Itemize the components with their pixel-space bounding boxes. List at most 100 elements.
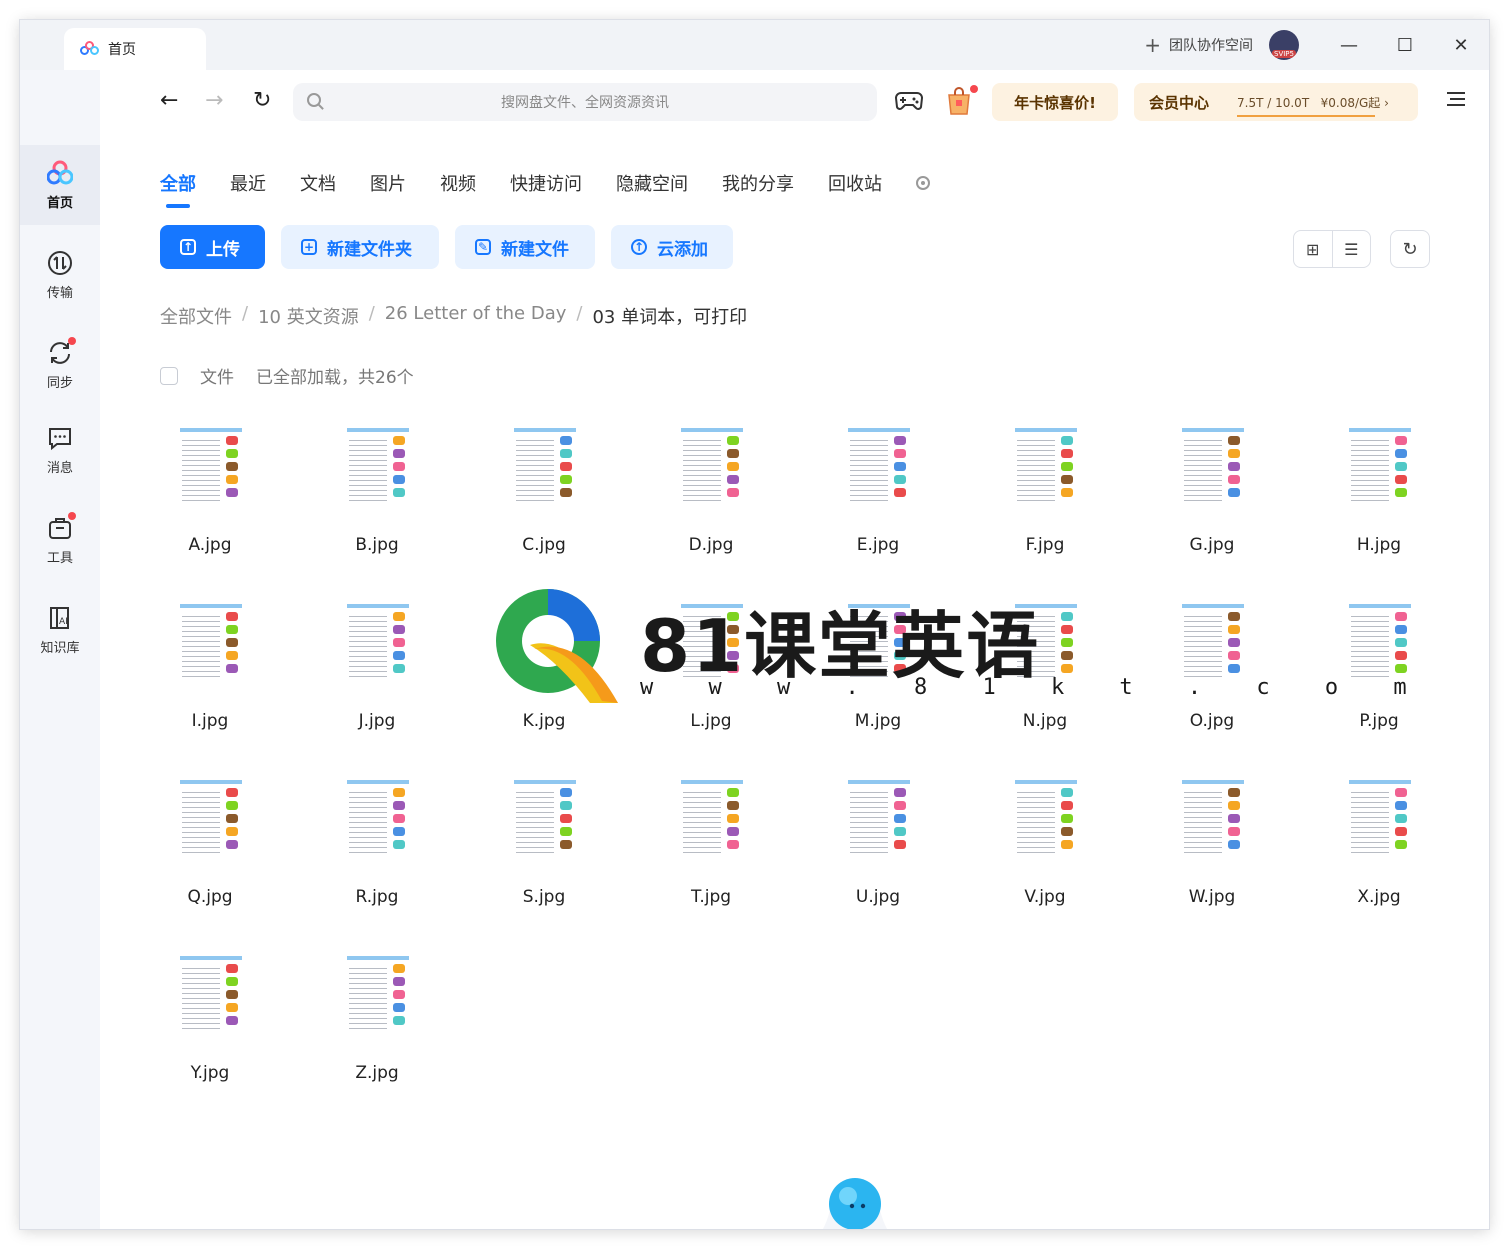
breadcrumb-item[interactable]: 10 英文资源	[258, 303, 359, 329]
avatar[interactable]: SVIP5	[1269, 30, 1299, 60]
sidebar-item-transfer[interactable]: 传输	[20, 235, 100, 315]
search-input[interactable]	[333, 83, 837, 123]
file-name: M.jpg	[854, 711, 902, 731]
watermark: 81课堂英语 w w w . 8 1 k t . c o m	[490, 583, 1407, 707]
file-name: Z.jpg	[355, 1063, 399, 1083]
gamepad-icon[interactable]	[895, 90, 923, 112]
new-file-button[interactable]: ✎ 新建文件	[455, 225, 595, 269]
tab-documents[interactable]: 文档	[300, 170, 336, 196]
ai-assistant-button[interactable]	[790, 1160, 920, 1229]
storage-meter: 7.5T / 10.0T ¥0.08/G起 ›	[1237, 94, 1389, 117]
svg-text:AI: AI	[59, 617, 68, 627]
vip-center-button[interactable]: 会员中心 7.5T / 10.0T ¥0.08/G起 ›	[1134, 83, 1418, 121]
list-view-icon[interactable]: ☰	[1333, 231, 1371, 267]
menu-icon[interactable]	[1447, 92, 1465, 106]
file-item[interactable]: E.jpg	[828, 420, 928, 580]
sidebar-item-label: 传输	[46, 285, 73, 301]
sidebar-item-tools[interactable]: 工具	[20, 500, 100, 580]
back-button[interactable]: ←	[160, 88, 178, 113]
file-item[interactable]: G.jpg	[1162, 420, 1262, 580]
new-folder-label: 新建文件夹	[327, 239, 412, 260]
tab-videos[interactable]: 视频	[440, 170, 476, 196]
close-button[interactable]: ✕	[1433, 20, 1489, 70]
gift-bag-button[interactable]	[945, 85, 978, 116]
list-header: 文件 已全部加载，共26个	[160, 363, 414, 388]
tab-quick-access[interactable]: 快捷访问	[510, 170, 582, 196]
new-file-label: 新建文件	[501, 239, 569, 260]
refresh-button[interactable]: ↻	[1390, 230, 1430, 268]
sidebar-item-home[interactable]: 首页	[20, 145, 100, 225]
file-item[interactable]: Z.jpg	[327, 948, 427, 1108]
message-icon	[49, 427, 71, 450]
file-item[interactable]: C.jpg	[494, 420, 594, 580]
sidebar-item-sync[interactable]: 同步	[20, 325, 100, 405]
file-thumbnail	[1015, 428, 1077, 506]
breadcrumb-item[interactable]: 全部文件	[160, 303, 232, 329]
file-item[interactable]: T.jpg	[661, 772, 761, 932]
minimize-button[interactable]: —	[1321, 20, 1377, 70]
cloud-logo-icon	[47, 160, 73, 184]
file-name: W.jpg	[1188, 887, 1236, 907]
file-item[interactable]: A.jpg	[160, 420, 260, 580]
file-item[interactable]: J.jpg	[327, 596, 427, 756]
team-space-label: 团队协作空间	[1169, 38, 1253, 54]
forward-button[interactable]: →	[205, 88, 223, 113]
file-item[interactable]: R.jpg	[327, 772, 427, 932]
tab-recycle-bin[interactable]: 回收站	[828, 170, 882, 196]
search-box[interactable]	[293, 83, 877, 123]
file-thumbnail	[180, 604, 242, 682]
file-item[interactable]: S.jpg	[494, 772, 594, 932]
file-thumbnail	[180, 780, 242, 858]
search-icon	[307, 93, 321, 107]
file-name: F.jpg	[1025, 535, 1065, 555]
cloud-add-button[interactable]: ↑ 云添加	[611, 225, 733, 269]
team-space-button[interactable]: + 团队协作空间	[1144, 33, 1253, 57]
file-thumbnail	[347, 604, 409, 682]
file-item[interactable]: D.jpg	[661, 420, 761, 580]
file-thumbnail	[347, 956, 409, 1034]
breadcrumb-item[interactable]: 26 Letter of the Day	[385, 303, 567, 329]
new-folder-button[interactable]: + 新建文件夹	[281, 225, 439, 269]
file-item[interactable]: B.jpg	[327, 420, 427, 580]
refresh-icon: ↻	[1402, 238, 1418, 260]
grid-view-icon[interactable]: ⊞	[1294, 231, 1333, 267]
tab-hidden-space[interactable]: 隐藏空间	[616, 170, 688, 196]
file-name: P.jpg	[1359, 711, 1399, 731]
tab-home[interactable]: 首页	[64, 28, 206, 70]
upload-label: 上传	[206, 239, 240, 260]
file-item[interactable]: U.jpg	[828, 772, 928, 932]
file-column-label: 文件	[200, 368, 234, 388]
select-all-checkbox[interactable]	[160, 366, 178, 385]
file-item[interactable]: X.jpg	[1329, 772, 1429, 932]
upload-button[interactable]: ↑ 上传	[160, 225, 265, 269]
plus-icon: +	[1144, 33, 1161, 57]
category-tabs: 全部 最近 文档 图片 视频 快捷访问 隐藏空间 我的分享 回收站	[160, 170, 930, 208]
file-item[interactable]: H.jpg	[1329, 420, 1429, 580]
file-item[interactable]: F.jpg	[995, 420, 1095, 580]
tab-recent[interactable]: 最近	[230, 170, 266, 196]
cloud-add-label: 云添加	[657, 239, 708, 260]
file-item[interactable]: W.jpg	[1162, 772, 1262, 932]
sidebar-item-knowledge[interactable]: AI 知识库	[20, 590, 100, 670]
tab-my-shares[interactable]: 我的分享	[722, 170, 794, 196]
tab-images[interactable]: 图片	[370, 170, 406, 196]
file-thumbnail	[514, 428, 576, 506]
file-item[interactable]: V.jpg	[995, 772, 1095, 932]
action-bar: ↑ 上传 + 新建文件夹 ✎ 新建文件 ↑ 云添加	[160, 225, 749, 269]
toolbar: ← → ↻ 年卡惊喜价! 会员中心 7.5T / 10.0T	[100, 70, 1489, 134]
file-item[interactable]: Y.jpg	[160, 948, 260, 1108]
file-item[interactable]: Q.jpg	[160, 772, 260, 932]
tab-all[interactable]: 全部	[160, 170, 196, 208]
reload-button[interactable]: ↻	[253, 88, 271, 113]
file-name: J.jpg	[358, 711, 396, 731]
sidebar-item-label: 工具	[46, 550, 73, 566]
maximize-button[interactable]: ☐	[1377, 20, 1433, 70]
file-name: T.jpg	[690, 887, 732, 907]
sidebar-item-messages[interactable]: 消息	[20, 410, 100, 490]
file-thumbnail	[1182, 428, 1244, 506]
sidebar-item-label: 首页	[46, 195, 73, 211]
annual-promo-button[interactable]: 年卡惊喜价!	[992, 83, 1118, 121]
eye-icon[interactable]	[916, 176, 930, 190]
file-item[interactable]: I.jpg	[160, 596, 260, 756]
file-name: K.jpg	[522, 711, 566, 731]
